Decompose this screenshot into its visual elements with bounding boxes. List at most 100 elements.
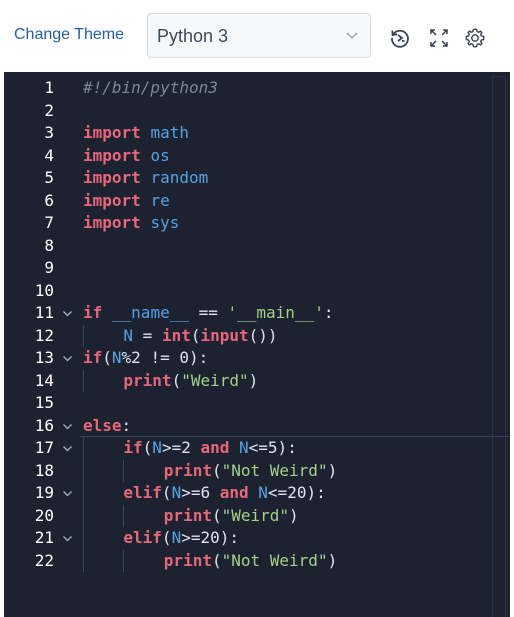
- line-number: 13: [34, 348, 54, 367]
- line-number: 22: [34, 550, 54, 570]
- language-select-value: Python 3: [157, 26, 229, 46]
- code-token: import: [83, 190, 141, 210]
- code-token: (: [102, 348, 112, 367]
- code-editor[interactable]: 1 #!/bin/python3 2 3 import math 4 import os 5 i…: [4, 72, 510, 617]
- code-token: N: [152, 438, 162, 457]
- fold-chevron-icon[interactable]: [62, 443, 73, 454]
- code-line[interactable]: 21 elif(N>=20):: [4, 527, 510, 550]
- code-token: :: [323, 303, 334, 322]
- code-token: #!/bin/python3: [83, 78, 218, 97]
- code-token: and: [219, 483, 249, 502]
- code-text: #!/bin/python3: [83, 77, 218, 100]
- fold-chevron-icon[interactable]: [62, 308, 73, 319]
- fold-chevron-icon[interactable]: [62, 533, 73, 544]
- code-line[interactable]: 17 if(N>=2 and N<=5):: [4, 437, 510, 460]
- fold-chevron-icon[interactable]: [62, 421, 73, 432]
- code-line[interactable]: 15: [4, 392, 510, 415]
- code-token: import: [83, 168, 141, 187]
- code-token: N: [171, 528, 182, 547]
- code-text: print("Weird"): [164, 505, 299, 528]
- code-text: elif(N>=20):: [123, 527, 239, 550]
- code-text: elif(N>=6 and N<=20):: [123, 482, 325, 505]
- code-line[interactable]: 7 import sys: [4, 212, 510, 235]
- code-token: (: [211, 505, 222, 525]
- code-token: ()): [248, 325, 278, 345]
- code-line[interactable]: 5 import random: [4, 167, 510, 190]
- code-token: >=20):: [181, 528, 239, 547]
- line-number: 6: [44, 190, 54, 210]
- code-line[interactable]: 4 import os: [4, 145, 510, 168]
- code-token: import: [83, 213, 141, 232]
- line-number: 10: [34, 280, 54, 300]
- code-token: re: [150, 190, 170, 210]
- code-token: import: [83, 123, 141, 142]
- fullscreen-icon[interactable]: [427, 26, 451, 50]
- code-token: random: [150, 168, 209, 187]
- code-line[interactable]: 1 #!/bin/python3: [4, 77, 510, 100]
- code-line[interactable]: 9: [4, 257, 510, 280]
- code-text: print("Not Weird"): [164, 550, 337, 573]
- code-line[interactable]: 8: [4, 235, 510, 258]
- code-token: sys: [150, 213, 180, 232]
- code-token: __name__: [111, 303, 189, 322]
- code-line[interactable]: 19 elif(N>=6 and N<=20):: [4, 482, 510, 505]
- code-line[interactable]: 12 N = int(input()): [4, 325, 510, 348]
- fold-chevron-icon[interactable]: [62, 353, 73, 364]
- code-token: (: [211, 550, 222, 570]
- code-token: if: [83, 348, 103, 367]
- code-token: >=6: [181, 483, 220, 502]
- editor-toolbar: Change Theme Python 3: [0, 0, 514, 72]
- code-token: (: [142, 438, 153, 457]
- code-token: N: [258, 483, 268, 502]
- code-line[interactable]: 6 import re: [4, 190, 510, 213]
- code-line[interactable]: 3 import math: [4, 122, 510, 145]
- code-line[interactable]: 20 print("Weird"): [4, 505, 510, 528]
- code-text: else:: [83, 415, 131, 438]
- code-token: '__main__': [227, 303, 324, 322]
- code-token: =: [133, 325, 162, 345]
- code-line[interactable]: 2: [4, 100, 510, 123]
- code-text: import sys: [83, 212, 179, 235]
- line-number: 19: [34, 483, 54, 502]
- line-number: 7: [44, 213, 54, 232]
- line-number: 21: [34, 528, 54, 547]
- code-line[interactable]: 18 print("Not Weird"): [4, 460, 510, 483]
- code-line[interactable]: 22 print("Not Weird"): [4, 550, 510, 573]
- active-line-highlight: [80, 436, 510, 437]
- code-line[interactable]: 11 if __name__ == '__main__':: [4, 302, 510, 325]
- code-text: if(N%2 != 0):: [83, 347, 208, 370]
- code-token: <=20):: [267, 483, 326, 502]
- code-token: "Not Weird": [221, 460, 328, 480]
- indent-guide: [123, 459, 125, 482]
- code-line[interactable]: 13 if(N%2 != 0):: [4, 347, 510, 370]
- line-number: 18: [34, 460, 54, 480]
- code-token: <=5):: [248, 438, 297, 457]
- language-select[interactable]: Python 3: [147, 13, 371, 58]
- line-number: 14: [34, 370, 54, 390]
- code-token: elif: [123, 528, 162, 547]
- code-token: N: [123, 325, 134, 345]
- code-line[interactable]: 10: [4, 280, 510, 303]
- code-token: math: [150, 123, 189, 142]
- code-token: N: [111, 348, 122, 367]
- code-text: import re: [83, 190, 170, 213]
- change-theme-link[interactable]: Change Theme: [14, 26, 124, 44]
- line-number: 3: [44, 123, 54, 142]
- settings-icon[interactable]: [463, 26, 487, 50]
- line-number: 2: [44, 100, 54, 120]
- chevron-down-icon: [346, 32, 358, 39]
- restore-icon[interactable]: [388, 26, 412, 50]
- code-line[interactable]: 16 else:: [4, 415, 510, 438]
- code-token: print: [163, 505, 212, 525]
- code-line[interactable]: 14 print("Weird"): [4, 370, 510, 393]
- code-token: ==: [188, 303, 228, 322]
- fold-chevron-icon[interactable]: [62, 488, 73, 499]
- code-token: print: [123, 370, 172, 390]
- indent-guide: [83, 437, 84, 572]
- code-token: N: [171, 483, 182, 502]
